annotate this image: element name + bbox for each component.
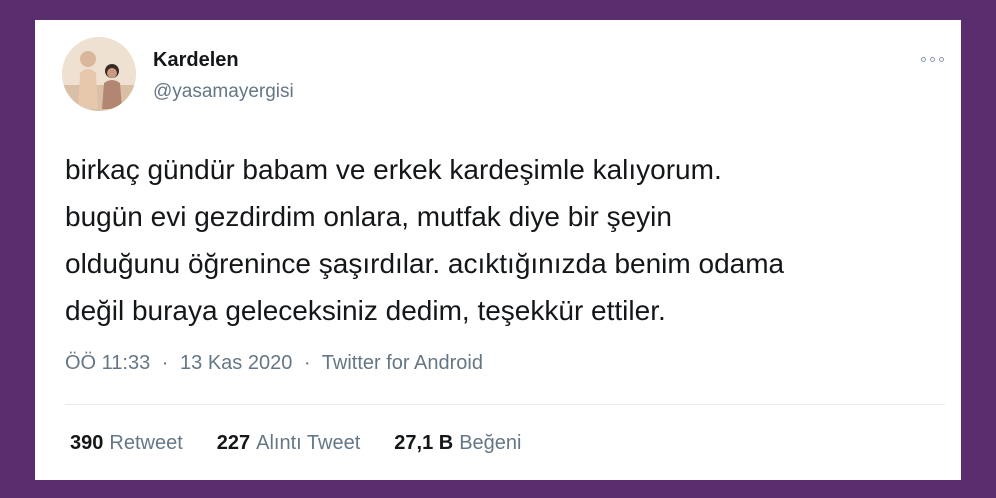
avatar[interactable] bbox=[62, 37, 136, 111]
more-dots-icon[interactable] bbox=[917, 52, 947, 66]
meta-separator: · bbox=[303, 352, 311, 374]
user-handle[interactable]: @yasamayergisi bbox=[153, 81, 294, 103]
display-name[interactable]: Kardelen bbox=[153, 49, 239, 72]
tweet-time[interactable]: ÖÖ 11:33 bbox=[65, 352, 150, 374]
quotes-label: Alıntı Tweet bbox=[256, 432, 361, 454]
tweet-text-line: olduğunu öğrenince şaşırdılar. acıktığın… bbox=[65, 248, 785, 279]
tweet-meta: ÖÖ 11:33 · 13 Kas 2020 · Twitter for And… bbox=[65, 352, 483, 375]
tweet-text: birkaç gündür babam ve erkek kardeşimle … bbox=[65, 146, 945, 334]
dot bbox=[920, 56, 926, 62]
likes-label: Beğeni bbox=[459, 432, 522, 454]
likes-stat[interactable]: 27,1 B Beğeni bbox=[394, 432, 521, 455]
meta-separator: · bbox=[161, 352, 169, 374]
quotes-count: 227 bbox=[216, 432, 251, 454]
quotes-stat[interactable]: 227 Alıntı Tweet bbox=[217, 432, 361, 455]
tweet-card: Kardelen @yasamayergisi birkaç gündür ba… bbox=[35, 20, 961, 480]
tweet-text-line: değil buraya geleceksiniz dedim, teşekkü… bbox=[65, 295, 666, 326]
tweet-text-line: bugün evi gezdirdim onlara, mutfak diye … bbox=[65, 201, 672, 232]
dot bbox=[938, 56, 944, 62]
retweets-stat[interactable]: 390 Retweet bbox=[70, 432, 183, 455]
retweets-label: Retweet bbox=[109, 432, 183, 454]
retweets-count: 390 bbox=[70, 432, 104, 454]
divider bbox=[65, 404, 945, 405]
likes-count: 27,1 B bbox=[394, 432, 454, 454]
tweet-source[interactable]: Twitter for Android bbox=[322, 352, 483, 374]
tweet-text-line: birkaç gündür babam ve erkek kardeşimle … bbox=[65, 154, 722, 185]
tweet-stats: 390 Retweet 227 Alıntı Tweet 27,1 B Beğeni bbox=[70, 432, 521, 455]
tweet-date[interactable]: 13 Kas 2020 bbox=[180, 352, 292, 374]
dot bbox=[929, 56, 935, 62]
